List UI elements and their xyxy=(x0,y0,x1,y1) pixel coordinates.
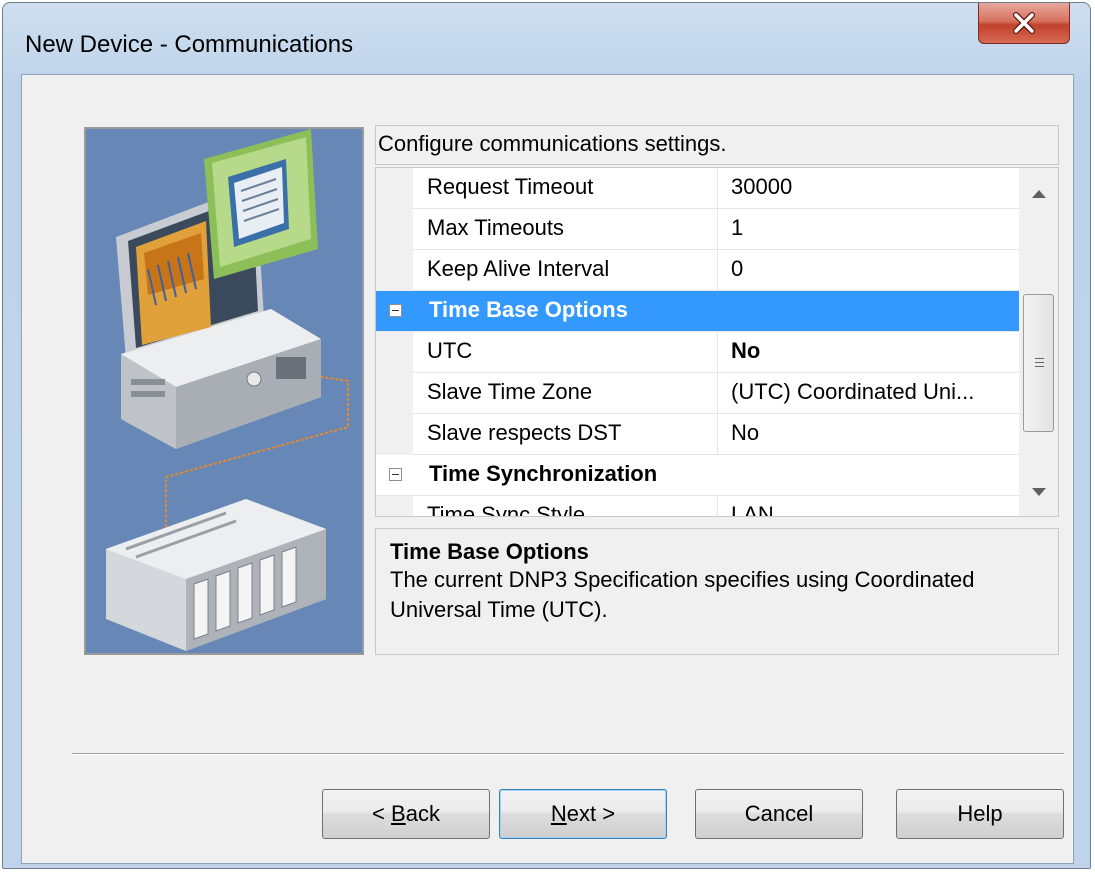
back-button-prefix: < xyxy=(372,801,392,826)
window-title: New Device - Communications xyxy=(25,31,354,58)
property-name: Slave respects DST xyxy=(427,420,622,445)
category-name: Time Synchronization xyxy=(429,461,658,486)
collapse-icon[interactable] xyxy=(389,468,402,481)
property-row-request-timeout[interactable]: Request Timeout 30000 xyxy=(376,168,1019,209)
property-row-utc[interactable]: UTC No xyxy=(376,332,1019,373)
scrollbar-thumb[interactable] xyxy=(1023,294,1054,432)
property-value[interactable]: No xyxy=(731,338,760,364)
property-name: Max Timeouts xyxy=(427,215,564,240)
scroll-grip-icon xyxy=(1035,366,1044,367)
property-name: Time Sync Style xyxy=(427,502,586,517)
scroll-grip-icon xyxy=(1035,362,1044,363)
column-separator xyxy=(717,209,718,250)
row-gutter xyxy=(376,414,413,455)
close-icon xyxy=(1013,12,1035,34)
cancel-button[interactable]: Cancel xyxy=(695,789,863,839)
property-value[interactable]: 1 xyxy=(731,215,743,241)
column-separator xyxy=(717,250,718,291)
property-name: Request Timeout xyxy=(427,174,594,199)
property-name: UTC xyxy=(427,338,473,363)
category-row-time-base-options[interactable]: Time Base Options xyxy=(376,291,1019,332)
property-name: Slave Time Zone xyxy=(427,379,593,404)
hint-bar: Configure communications settings. xyxy=(375,125,1059,165)
property-row-slave-respects-dst[interactable]: Slave respects DST No xyxy=(376,414,1019,455)
property-value[interactable]: 30000 xyxy=(731,174,792,200)
property-row-slave-time-zone[interactable]: Slave Time Zone (UTC) Coordinated Uni... xyxy=(376,373,1019,414)
column-separator xyxy=(717,168,718,209)
category-name: Time Base Options xyxy=(429,297,628,322)
vertical-scrollbar[interactable] xyxy=(1019,168,1058,516)
next-button-rest: ext > xyxy=(566,801,616,826)
collapse-icon[interactable] xyxy=(389,304,402,317)
column-separator xyxy=(717,496,718,516)
row-gutter xyxy=(376,496,413,516)
dialog-client-area: Configure communications settings. Reque… xyxy=(21,74,1074,864)
scroll-grip-icon xyxy=(1035,358,1044,359)
column-separator xyxy=(717,373,718,414)
wizard-banner-image xyxy=(84,127,364,655)
dialog-window: New Device - Communications Configure co… xyxy=(2,2,1091,869)
property-row-max-timeouts[interactable]: Max Timeouts 1 xyxy=(376,209,1019,250)
computer-plc-illustration xyxy=(86,129,362,653)
column-separator xyxy=(717,332,718,373)
property-value[interactable]: LAN xyxy=(731,502,774,516)
next-button-mnemonic: N xyxy=(550,801,567,826)
column-separator xyxy=(717,414,718,455)
next-button[interactable]: Next > xyxy=(499,789,667,839)
row-gutter xyxy=(376,209,413,250)
category-row-time-synchronization[interactable]: Time Synchronization xyxy=(376,455,1019,496)
property-row-keep-alive-interval[interactable]: Keep Alive Interval 0 xyxy=(376,250,1019,291)
divider xyxy=(72,753,1064,755)
property-name: Keep Alive Interval xyxy=(427,256,610,281)
property-value[interactable]: 0 xyxy=(731,256,743,282)
scroll-down-icon[interactable] xyxy=(1032,488,1046,496)
back-button-mnemonic: B xyxy=(391,801,406,826)
description-title: Time Base Options xyxy=(390,539,589,564)
help-button[interactable]: Help xyxy=(896,789,1064,839)
scroll-up-icon[interactable] xyxy=(1032,190,1046,198)
property-grid[interactable]: Request Timeout 30000 Max Timeouts 1 Kee… xyxy=(375,167,1059,517)
close-button[interactable] xyxy=(978,3,1070,44)
back-button[interactable]: < Back xyxy=(322,789,490,839)
property-value[interactable]: (UTC) Coordinated Uni... xyxy=(731,379,974,405)
row-gutter xyxy=(376,250,413,291)
description-panel: Time Base Options The current DNP3 Speci… xyxy=(375,528,1059,655)
row-gutter xyxy=(376,168,413,209)
property-row-time-sync-style[interactable]: Time Sync Style LAN xyxy=(376,496,1019,517)
row-gutter xyxy=(376,332,413,373)
back-button-rest: ack xyxy=(405,801,440,826)
description-text: The current DNP3 Specification specifies… xyxy=(390,567,975,622)
property-value[interactable]: No xyxy=(731,420,759,446)
row-gutter xyxy=(376,373,413,414)
